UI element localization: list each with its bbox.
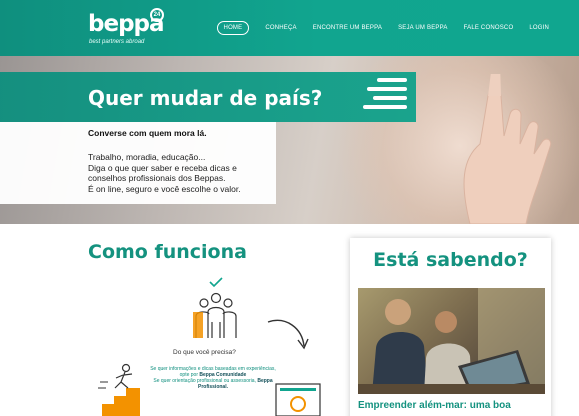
nav-conheca[interactable]: CONHEÇA — [265, 22, 296, 34]
news-headline[interactable]: Empreender além-mar: uma boa — [358, 400, 545, 412]
hero-line: Diga o que quer saber e receba dicas e — [88, 162, 237, 173]
news-photo[interactable] — [358, 288, 545, 394]
top-navigation-bar: beppa 24 best partners abroad HOME CONHE… — [0, 0, 579, 56]
nav-seja-um-beppa[interactable]: SEJA UM BEPPA — [398, 22, 448, 34]
check-icon — [209, 277, 223, 288]
how-it-works-illustration — [98, 277, 321, 416]
news-card[interactable]: Está sabendo? Empreender além-mar: uma b… — [350, 238, 551, 416]
monitor-search-icon — [275, 383, 321, 416]
logo-tagline: best partners abroad — [89, 39, 145, 45]
curved-arrow-icon — [267, 319, 305, 347]
news-card-title: Está sabendo? — [373, 249, 528, 271]
speed-lines-icon — [363, 78, 407, 109]
nav-home[interactable]: HOME — [216, 21, 250, 35]
nav-encontre-um-beppa[interactable]: ENCONTRE UM BEPPA — [313, 22, 382, 34]
person-highlight — [193, 312, 203, 338]
hero-description: Trabalho, moradia, educação... Diga o qu… — [88, 152, 272, 194]
men-working-photo — [358, 288, 545, 394]
hero-line: É on line, seguro e você escolhe o valor… — [88, 183, 241, 194]
need-question: Do que você precisa? — [173, 349, 236, 356]
beppa-logo[interactable]: beppa 24 best partners abroad — [88, 8, 168, 50]
nav-fale-conosco[interactable]: FALE CONOSCO — [464, 22, 514, 34]
hero-line: Trabalho, moradia, educação... — [88, 152, 206, 162]
hero-line: conselhos profissionais dos Beppas. — [88, 173, 226, 183]
how-it-works-note: Se quer informações e dicas baseadas em … — [150, 366, 276, 390]
hero-banner: Quer mudar de país? Converse com quem mo… — [0, 56, 579, 224]
logo-badge-icon: 24 — [150, 8, 164, 22]
how-it-works-title: Como funciona — [88, 241, 247, 263]
hero-lead: Converse com quem mora lá. — [88, 128, 207, 138]
climbing-stairs-icon — [98, 363, 140, 416]
hand-touching-screen-image — [463, 74, 552, 224]
hero-title: Quer mudar de país? — [88, 86, 323, 110]
nav-login[interactable]: LOGIN — [529, 22, 549, 34]
main-nav: HOME CONHEÇA ENCONTRE UM BEPPA SEJA UM B… — [216, 21, 549, 35]
